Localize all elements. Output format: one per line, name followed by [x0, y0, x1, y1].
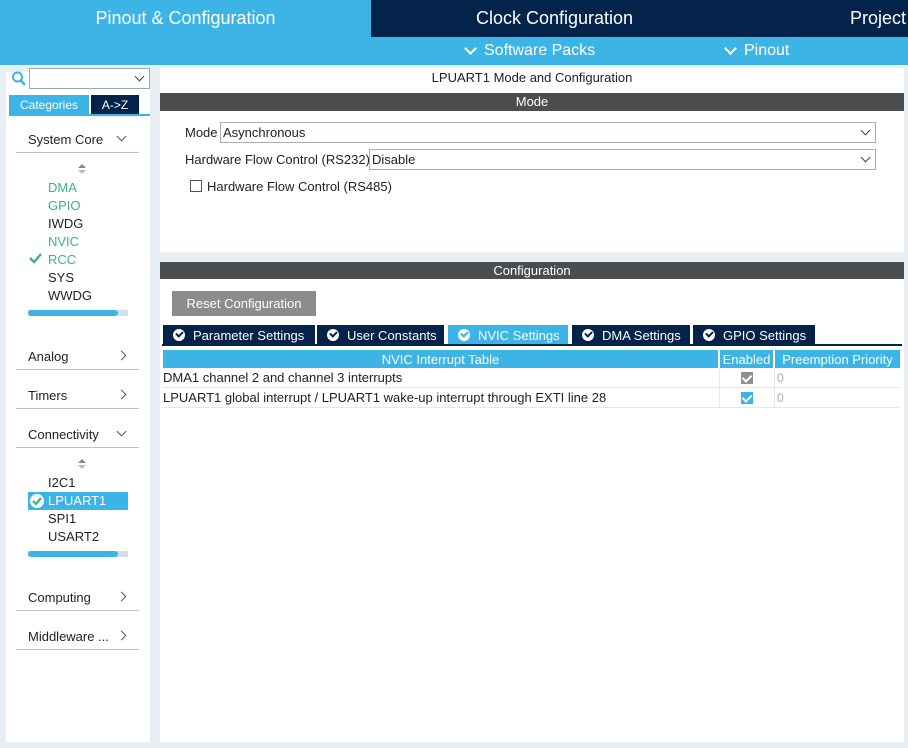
enabled-checkbox-locked: [741, 372, 753, 384]
tab-clock-configuration[interactable]: Clock Configuration: [373, 0, 736, 37]
tab-project-manager[interactable]: Project: [738, 0, 908, 37]
mode-select[interactable]: Asynchronous: [220, 122, 876, 143]
check-circle-icon: [173, 329, 185, 341]
tab-parameter-settings[interactable]: Parameter Settings: [163, 325, 315, 345]
column-header-interrupt[interactable]: NVIC Interrupt Table: [163, 350, 718, 368]
category-label: Connectivity: [28, 427, 99, 442]
hwfc-rs232-value: Disable: [372, 152, 416, 167]
a-to-z-tab[interactable]: A->Z: [91, 95, 139, 114]
tab-label: Parameter Settings: [193, 327, 305, 343]
table-row[interactable]: LPUART1 global interrupt / LPUART1 wake-…: [163, 388, 900, 408]
categories-tab[interactable]: Categories: [9, 95, 89, 114]
list-item-lpuart1[interactable]: LPUART1: [48, 492, 106, 510]
chevron-right-icon: [116, 591, 127, 602]
tab-user-constants[interactable]: User Constants: [317, 325, 444, 345]
tab-nvic-settings[interactable]: NVIC Settings: [448, 325, 568, 345]
scroll-arrows-icon[interactable]: [78, 459, 86, 469]
mode-section-header: Mode: [160, 93, 904, 111]
interrupt-name: DMA1 channel 2 and channel 3 interrupts: [163, 370, 403, 385]
list-item-iwdg[interactable]: IWDG: [48, 215, 83, 233]
list-item-rcc[interactable]: RCC: [48, 251, 76, 269]
tab-label: User Constants: [347, 327, 437, 343]
software-packs-label: Software Packs: [484, 42, 596, 59]
list-item-spi1[interactable]: SPI1: [48, 510, 76, 528]
category-label: Analog: [28, 349, 69, 364]
category-label: Timers: [28, 388, 68, 403]
category-analog[interactable]: Analog: [16, 344, 139, 370]
list-item-i2c1[interactable]: I2C1: [48, 474, 75, 492]
horizontal-scrollbar[interactable]: [28, 551, 128, 557]
list-item-wwdg[interactable]: WWDG: [48, 287, 92, 305]
tab-label: DMA Settings: [602, 327, 681, 343]
list-item-nvic[interactable]: NVIC: [48, 233, 79, 251]
mode-label: Mode: [185, 125, 218, 140]
category-timers[interactable]: Timers: [16, 383, 139, 409]
chevron-down-icon: [464, 42, 477, 55]
category-label: Middleware ...: [28, 629, 109, 644]
tab-pinout-configuration[interactable]: Pinout & Configuration: [0, 0, 371, 37]
chevron-right-icon: [116, 350, 127, 361]
tab-underline: [9, 114, 150, 116]
search-input[interactable]: [29, 68, 150, 89]
tab-label: GPIO Settings: [723, 327, 807, 343]
tab-label: NVIC Settings: [478, 327, 560, 343]
scroll-arrows-icon[interactable]: [78, 164, 86, 174]
category-label: Computing: [28, 590, 91, 605]
category-label: System Core: [28, 132, 104, 147]
panel-title: LPUART1 Mode and Configuration: [431, 70, 633, 85]
category-computing[interactable]: Computing: [16, 585, 139, 611]
category-middleware[interactable]: Middleware ...: [16, 624, 139, 650]
sub-menu-bar: Software Packs Pinout: [0, 37, 908, 65]
column-header-enabled[interactable]: Enabled: [720, 350, 773, 368]
list-item-dma[interactable]: DMA: [48, 179, 77, 197]
tab-gpio-settings[interactable]: GPIO Settings: [693, 325, 815, 345]
checkmark-icon: [29, 253, 42, 264]
hwfc-rs232-select[interactable]: Disable: [369, 149, 876, 170]
tab-dma-settings[interactable]: DMA Settings: [572, 325, 690, 345]
check-circle-icon: [30, 494, 44, 508]
column-header-preemption-priority[interactable]: Preemption Priority: [775, 350, 900, 368]
chevron-right-icon: [116, 630, 127, 641]
check-circle-icon: [582, 329, 594, 341]
pinout-menu[interactable]: Pinout: [724, 37, 790, 65]
chevron-down-icon: [860, 125, 871, 136]
preemption-priority-value[interactable]: 0: [777, 391, 784, 405]
scrollbar-thumb[interactable]: [28, 551, 118, 557]
enabled-checkbox[interactable]: [741, 392, 753, 404]
category-connectivity[interactable]: Connectivity: [16, 422, 139, 448]
category-system-core[interactable]: System Core: [16, 127, 139, 153]
configuration-section-header: Configuration: [160, 262, 904, 279]
horizontal-scrollbar[interactable]: [28, 310, 128, 316]
check-circle-icon: [327, 329, 339, 341]
tab-underline: [162, 344, 902, 346]
list-item-gpio[interactable]: GPIO: [48, 197, 81, 215]
scrollbar-thumb[interactable]: [28, 310, 118, 316]
chevron-down-icon: [116, 426, 127, 437]
check-circle-icon: [458, 329, 470, 341]
search-icon: [12, 71, 26, 86]
chevron-right-icon: [116, 389, 127, 400]
interrupt-name: LPUART1 global interrupt / LPUART1 wake-…: [163, 390, 607, 405]
pinout-label: Pinout: [744, 42, 790, 59]
hwfc-rs485-label: Hardware Flow Control (RS485): [207, 179, 392, 194]
chevron-down-icon: [724, 42, 737, 55]
chevron-down-icon: [860, 152, 871, 163]
table-row[interactable]: DMA1 channel 2 and channel 3 interrupts: [163, 368, 900, 388]
hwfc-rs232-label: Hardware Flow Control (RS232): [185, 152, 370, 167]
list-item-usart2[interactable]: USART2: [48, 528, 99, 546]
software-packs-menu[interactable]: Software Packs: [464, 37, 596, 65]
reset-configuration-button[interactable]: Reset Configuration: [172, 291, 316, 316]
preemption-priority-value[interactable]: 0: [777, 371, 784, 385]
mode-select-value: Asynchronous: [223, 125, 306, 140]
list-item-sys[interactable]: SYS: [48, 269, 74, 287]
chevron-down-icon: [116, 131, 127, 142]
check-circle-icon: [703, 329, 715, 341]
chevron-down-icon[interactable]: [134, 71, 145, 82]
hwfc-rs485-checkbox[interactable]: [190, 180, 202, 192]
